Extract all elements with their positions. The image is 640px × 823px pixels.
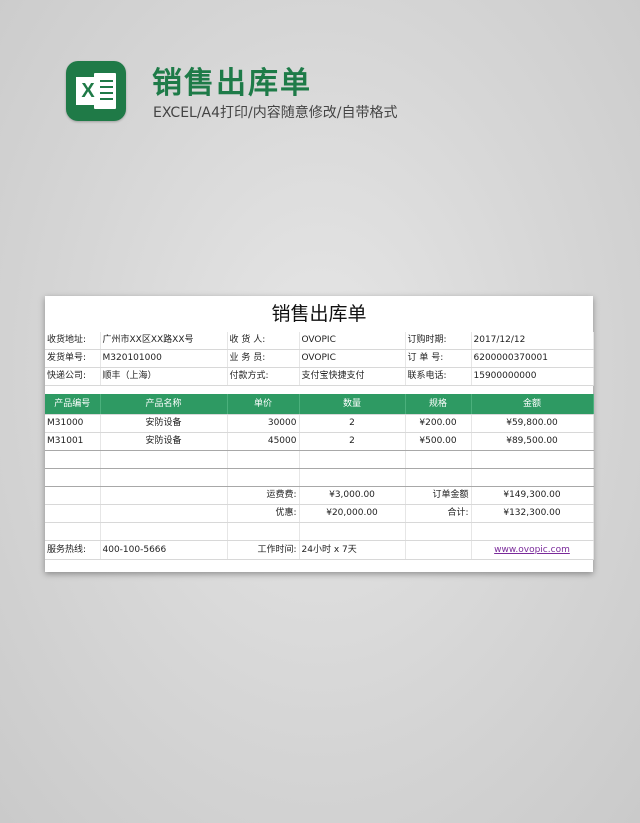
- hotline-label: 服务热线:: [45, 540, 101, 560]
- info-value[interactable]: 15900000000: [471, 367, 594, 386]
- table-row-empty: [45, 450, 594, 469]
- info-label: 付款方式:: [227, 367, 300, 386]
- order-total-label: 订单金额: [405, 486, 472, 505]
- info-value[interactable]: 2017/12/12: [471, 332, 594, 350]
- column-header: 数量: [299, 394, 406, 415]
- discount-label: 优惠:: [227, 504, 300, 523]
- table-header-row: 产品编号 产品名称 单价 数量 规格 金额: [45, 394, 594, 415]
- product-code[interactable]: M31000: [45, 414, 101, 433]
- spacer-row: [45, 386, 593, 395]
- column-header: 产品名称: [100, 394, 228, 415]
- table-row: M31001 安防设备 45000 2 ¥500.00 ¥89,500.00: [45, 432, 594, 451]
- product-code[interactable]: M31001: [45, 432, 101, 451]
- info-label: 收 货 人:: [227, 332, 300, 350]
- sheet-title: 销售出库单: [271, 303, 367, 325]
- summary-row-empty: [45, 522, 594, 541]
- info-row: 发货单号: M320101000 业 务 员: OVOPIC 订 单 号: 62…: [45, 349, 594, 368]
- column-header: 规格: [405, 394, 472, 415]
- info-row: 收货地址: 广州市XX区XX路XX号 收 货 人: OVOPIC 订购时期: 2…: [45, 332, 594, 350]
- hours-label: 工作时间:: [227, 540, 300, 560]
- order-total-value[interactable]: ¥149,300.00: [471, 486, 594, 505]
- product-name[interactable]: 安防设备: [100, 432, 228, 451]
- amount[interactable]: ¥89,500.00: [471, 432, 594, 451]
- website-link[interactable]: www.ovopic.com: [494, 545, 570, 555]
- info-value[interactable]: 6200000370001: [471, 349, 594, 368]
- spreadsheet-preview: 销售出库单 收货地址: 广州市XX区XX路XX号 收 货 人: OVOPIC 订…: [45, 296, 594, 572]
- unit-price[interactable]: 30000: [227, 414, 300, 433]
- info-value[interactable]: 广州市XX区XX路XX号: [100, 332, 228, 350]
- column-header: 金额: [471, 394, 594, 415]
- info-label: 订 单 号:: [405, 349, 472, 368]
- info-value[interactable]: 支付宝快捷支付: [299, 367, 406, 386]
- excel-icon: X: [66, 61, 126, 121]
- spec[interactable]: ¥500.00: [405, 432, 472, 451]
- page-subtitle: EXCEL/A4打印/内容随意修改/自带格式: [153, 105, 398, 121]
- shipping-label: 运费费:: [227, 486, 300, 505]
- info-row: 快递公司: 顺丰（上海） 付款方式: 支付宝快捷支付 联系电话: 1590000…: [45, 367, 594, 386]
- column-header: 单价: [227, 394, 300, 415]
- product-name[interactable]: 安防设备: [100, 414, 228, 433]
- footer-row: 服务热线: 400-100-5666 工作时间: 24小时 x 7天 www.o…: [45, 540, 594, 560]
- shipping-value[interactable]: ¥3,000.00: [299, 486, 406, 505]
- info-value[interactable]: OVOPIC: [299, 332, 406, 350]
- hotline-value[interactable]: 400-100-5666: [100, 540, 228, 560]
- info-label: 订购时期:: [405, 332, 472, 350]
- total-label: 合计:: [405, 504, 472, 523]
- hours-value[interactable]: 24小时 x 7天: [299, 540, 406, 560]
- spec[interactable]: ¥200.00: [405, 414, 472, 433]
- info-value[interactable]: M320101000: [100, 349, 228, 368]
- unit-price[interactable]: 45000: [227, 432, 300, 451]
- info-label: 发货单号:: [45, 349, 101, 368]
- info-value[interactable]: OVOPIC: [299, 349, 406, 368]
- total-value[interactable]: ¥132,300.00: [471, 504, 594, 523]
- table-row-empty: [45, 468, 594, 487]
- page-title: 销售出库单: [152, 66, 312, 101]
- order-table: 收货地址: 广州市XX区XX路XX号 收 货 人: OVOPIC 订购时期: 2…: [45, 332, 594, 560]
- quantity[interactable]: 2: [299, 432, 406, 451]
- info-label: 快递公司:: [45, 367, 101, 386]
- discount-value[interactable]: ¥20,000.00: [299, 504, 406, 523]
- info-label: 业 务 员:: [227, 349, 300, 368]
- summary-row: 优惠: ¥20,000.00 合计: ¥132,300.00: [45, 504, 594, 523]
- info-label: 联系电话:: [405, 367, 472, 386]
- table-row: M31000 安防设备 30000 2 ¥200.00 ¥59,800.00: [45, 414, 594, 433]
- quantity[interactable]: 2: [299, 414, 406, 433]
- excel-x-letter: X: [76, 77, 100, 105]
- column-header: 产品编号: [45, 394, 101, 415]
- info-label: 收货地址:: [45, 332, 101, 350]
- summary-row: 运费费: ¥3,000.00 订单金额 ¥149,300.00: [45, 486, 594, 505]
- info-value[interactable]: 顺丰（上海）: [100, 367, 228, 386]
- amount[interactable]: ¥59,800.00: [471, 414, 594, 433]
